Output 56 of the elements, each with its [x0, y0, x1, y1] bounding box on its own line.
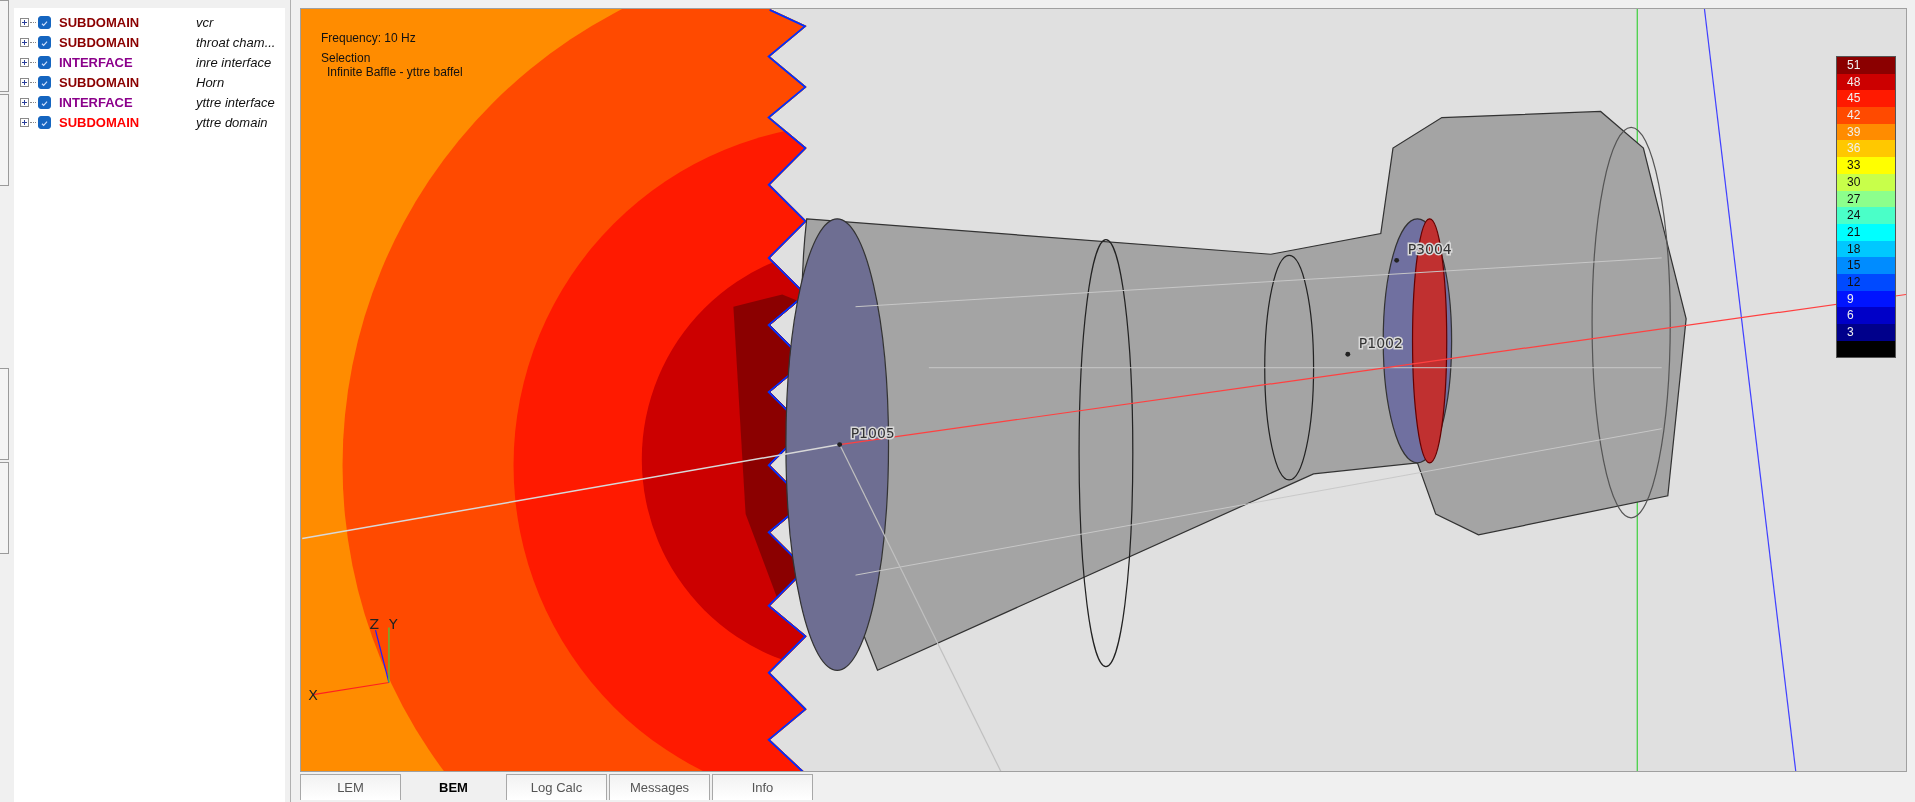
point-marker [837, 442, 843, 447]
tab[interactable]: Messages [609, 774, 710, 801]
tree-connector [30, 21, 36, 23]
item-name: inre interface [196, 54, 272, 70]
selection-title: Selection [321, 51, 372, 65]
tab[interactable]: Log Calc [506, 774, 607, 801]
item-name: yttre interface [196, 94, 275, 110]
side-tab[interactable] [0, 462, 9, 554]
item-type: SUBDOMAIN [59, 14, 141, 30]
checkbox[interactable] [38, 95, 51, 109]
tree-connector [30, 41, 36, 43]
legend-band: 42 [1837, 107, 1895, 124]
point-marker [1345, 351, 1351, 357]
item-type: SUBDOMAIN [59, 34, 141, 50]
expand-icon[interactable] [20, 57, 29, 67]
expand-icon[interactable] [20, 37, 29, 47]
side-tab[interactable] [0, 94, 9, 186]
side-tab[interactable] [0, 0, 9, 92]
legend-band: 24 [1837, 207, 1895, 224]
item-name: yttre domain [196, 114, 268, 130]
item-type: INTERFACE [59, 54, 134, 70]
frequency-label: Frequency: 10 Hz [321, 31, 417, 45]
item-type: INTERFACE [59, 94, 134, 110]
tree-connector [30, 101, 36, 103]
expand-icon[interactable] [20, 117, 29, 127]
expand-icon[interactable] [20, 97, 29, 107]
axis-label: X [308, 686, 318, 703]
tree-connector [30, 81, 36, 83]
legend-band: 45 [1837, 90, 1895, 108]
checkbox[interactable] [38, 115, 51, 129]
tab[interactable]: LEM [300, 774, 401, 801]
expand-icon[interactable] [20, 17, 29, 27]
legend-band: 51 [1837, 57, 1895, 74]
tree-connector [30, 121, 36, 123]
tab[interactable]: Info [712, 774, 813, 801]
side-tab[interactable] [0, 368, 9, 460]
checkbox[interactable] [38, 35, 51, 49]
selection-label: Infinite Baffle - yttre baffel [327, 65, 463, 79]
checkbox[interactable] [38, 15, 51, 29]
legend-band: 6 [1837, 307, 1895, 324]
item-type: SUBDOMAIN [59, 74, 141, 90]
expand-icon[interactable] [20, 77, 29, 87]
legend-band: 33 [1837, 157, 1895, 174]
tree-connector [30, 61, 36, 63]
axis-label: Z [369, 615, 379, 632]
item-name: throat cham... [196, 34, 276, 50]
checkbox[interactable] [38, 55, 51, 69]
point-marker [1394, 257, 1400, 263]
item-name: vcr [196, 14, 214, 30]
checkbox[interactable] [38, 75, 51, 89]
legend-band: 36 [1837, 140, 1895, 158]
legend-band: 15 [1837, 257, 1895, 274]
item-name: Horn [196, 74, 225, 90]
axis-label: Y [388, 615, 398, 632]
item-type: SUBDOMAIN [59, 114, 141, 130]
legend-band: 3 [1837, 324, 1895, 341]
